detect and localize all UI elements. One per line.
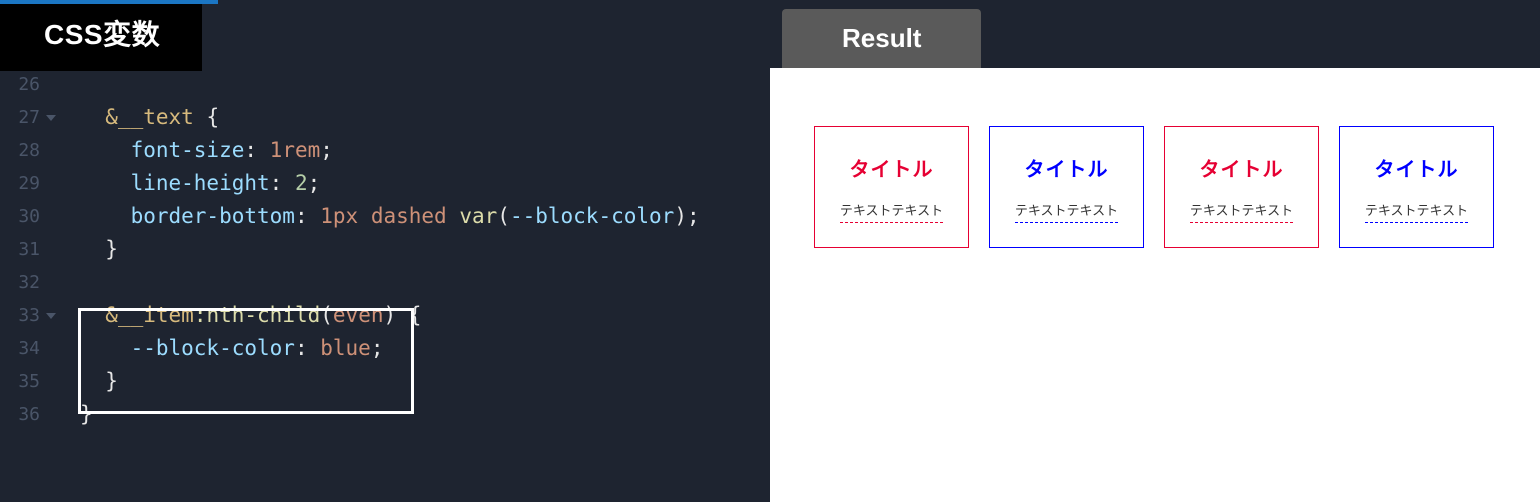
result-pane: Result タイトル テキストテキスト タイトル テキストテキスト タイトル …	[770, 0, 1540, 502]
line-number: 31	[0, 233, 44, 266]
card-text: テキストテキスト	[840, 200, 943, 223]
tab-accent	[0, 0, 218, 4]
tab-result[interactable]: Result	[782, 9, 981, 68]
line-number: 33	[0, 299, 44, 332]
line-number: 29	[0, 167, 44, 200]
code-line: &__item:nth-child(even) {	[44, 299, 421, 332]
fold-icon[interactable]	[46, 115, 56, 121]
code-line: font-size: 1rem;	[44, 134, 333, 167]
line-number: 34	[0, 332, 44, 365]
card-text: テキストテキスト	[1365, 200, 1468, 223]
code-line: }	[44, 365, 118, 398]
code-line: line-height: 2;	[44, 167, 320, 200]
result-card: タイトル テキストテキスト	[989, 126, 1144, 248]
result-card: タイトル テキストテキスト	[814, 126, 969, 248]
result-tab-bar: Result	[770, 0, 1540, 68]
code-line: --block-color: blue;	[44, 332, 383, 365]
line-number: 35	[0, 365, 44, 398]
code-line: &__text {	[44, 101, 219, 134]
card-title: タイトル	[1375, 153, 1459, 182]
line-number: 32	[0, 266, 44, 299]
tab-bar: CSS変数	[0, 0, 770, 68]
tab-css-variables[interactable]: CSS変数	[0, 0, 202, 71]
line-number: 27	[0, 101, 44, 134]
card-text: テキストテキスト	[1015, 200, 1118, 223]
result-card: タイトル テキストテキスト	[1339, 126, 1494, 248]
line-number: 36	[0, 398, 44, 431]
code-editor-pane: CSS変数 26 27 &__text { 28 font-size: 1rem…	[0, 0, 770, 502]
code-line: }	[44, 233, 118, 266]
card-text: テキストテキスト	[1190, 200, 1293, 223]
line-number: 30	[0, 200, 44, 233]
code-line: }	[44, 398, 93, 431]
fold-icon[interactable]	[46, 313, 56, 319]
card-title: タイトル	[1200, 153, 1284, 182]
line-number: 26	[0, 68, 44, 101]
code-editor[interactable]: 26 27 &__text { 28 font-size: 1rem; 29 l…	[0, 68, 770, 431]
result-viewport: タイトル テキストテキスト タイトル テキストテキスト タイトル テキストテキス…	[770, 68, 1540, 502]
result-card: タイトル テキストテキスト	[1164, 126, 1319, 248]
line-number: 28	[0, 134, 44, 167]
card-title: タイトル	[850, 153, 934, 182]
code-line: border-bottom: 1px dashed var(--block-co…	[44, 200, 700, 233]
card-title: タイトル	[1025, 153, 1109, 182]
